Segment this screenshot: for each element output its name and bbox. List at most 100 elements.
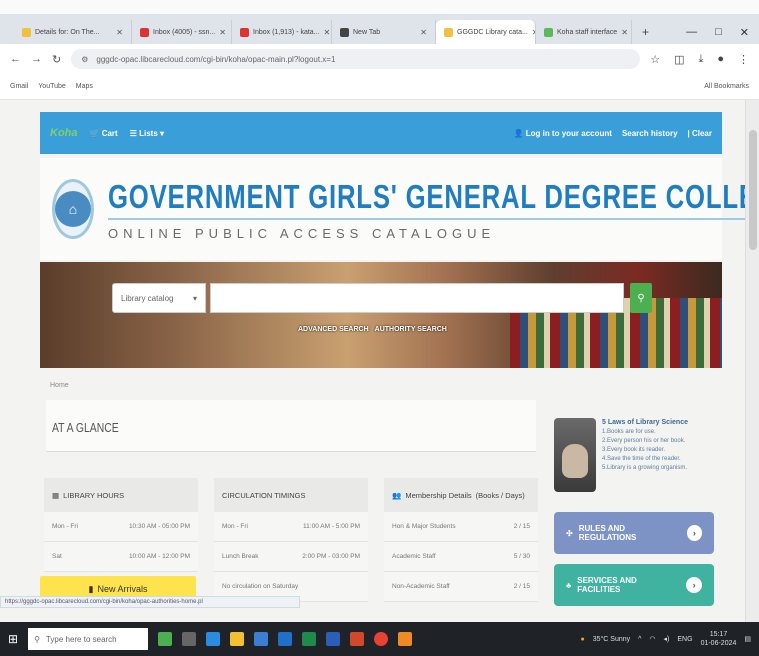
at-a-glance-title: AT A GLANCE — [52, 420, 119, 435]
tab-close-icon[interactable]: ✕ — [420, 28, 427, 37]
task-view-icon[interactable] — [182, 632, 197, 646]
navbar-right: 👤 Log in to your account Search history … — [514, 129, 712, 138]
table-row: Mon - Fri 11:00 AM - 5:00 PM — [214, 512, 368, 542]
membership-header: 👥 Membership Details (Books / Days) — [384, 478, 538, 512]
reload-icon[interactable]: ↻ — [52, 53, 61, 66]
tab-label: Inbox (1,913) - kata... — [253, 28, 320, 36]
search-input[interactable] — [210, 283, 624, 313]
clock[interactable]: 15:17 01-06-2024 — [701, 630, 737, 648]
services-button[interactable]: ♣ SERVICES AND FACILITIES › — [554, 564, 714, 606]
koha-logo[interactable]: Koha — [50, 127, 78, 139]
rules-button[interactable]: ✣ RULES AND REGULATIONS › — [554, 512, 714, 554]
tab-label: Koha staff interface — [557, 28, 618, 36]
circ-time: 2:00 PM - 03:00 PM — [302, 553, 360, 560]
browser-tab[interactable]: Inbox (1,913) - kata... ✕ — [232, 20, 332, 44]
table-row: Academic Staff 5 / 30 — [384, 542, 538, 572]
tab-close-icon[interactable]: ✕ — [621, 28, 628, 37]
excel-icon[interactable] — [302, 632, 317, 646]
header-titles: GOVERNMENT GIRLS' GENERAL DEGREE COLLEGE… — [108, 178, 745, 241]
word-icon[interactable] — [326, 632, 341, 646]
table-row: Sat 10:00 AM - 12:00 PM — [44, 542, 198, 572]
cart-icon: 🛒 — [89, 128, 100, 138]
chrome-icon[interactable] — [374, 632, 389, 646]
circ-day: No circulation on Saturday — [222, 583, 299, 590]
menu-icon[interactable]: ⋮ — [738, 53, 749, 66]
tab-close-icon[interactable]: ✕ — [219, 28, 226, 37]
page-scrollbar[interactable] — [745, 100, 759, 622]
tab-close-icon[interactable]: ✕ — [324, 28, 331, 37]
college-logo: ⌂ — [52, 179, 94, 239]
taskbar-search[interactable]: ⚲ Type here to search — [28, 628, 149, 650]
back-icon[interactable]: ← — [10, 53, 21, 65]
search-icon: ⚲ — [637, 292, 645, 304]
all-bookmarks[interactable]: All Bookmarks — [704, 83, 749, 90]
tab-label: GGGDC Library cata... — [457, 28, 528, 36]
powerpoint-icon[interactable] — [350, 632, 365, 646]
weather-text[interactable]: 35°C Sunny — [593, 636, 630, 643]
bookmark-youtube[interactable]: YouTube — [38, 83, 66, 90]
chevron-down-icon: ▾ — [192, 293, 197, 303]
browser-tab[interactable]: Details for: On The... ✕ — [14, 20, 132, 44]
laws-list: 5 Laws of Library Science 1.Books are fo… — [602, 418, 688, 502]
rules-icon: ✣ — [566, 528, 573, 538]
file-explorer-icon[interactable] — [230, 632, 245, 646]
opac-navbar: Koha 🛒 Cart ☰ Lists ▾ 👤 Log in to your a… — [40, 112, 722, 154]
maximize-button[interactable]: □ — [715, 26, 722, 38]
language-indicator[interactable]: ENG — [677, 636, 692, 643]
tray-chevron-icon[interactable]: ^ — [638, 636, 641, 643]
search-bar: Library catalog ▾ ⚲ — [112, 283, 652, 313]
lists-link[interactable]: ☰ Lists ▾ — [130, 129, 164, 138]
gmail-icon — [240, 27, 249, 37]
mail-icon[interactable] — [278, 632, 293, 646]
close-button[interactable]: ✕ — [740, 26, 749, 39]
forward-icon[interactable]: → — [31, 53, 42, 65]
vlc-icon[interactable] — [398, 632, 413, 646]
notification-icon[interactable]: ▤ — [744, 635, 751, 643]
profile-icon[interactable]: ● — [717, 53, 724, 66]
ranganathan-portrait — [554, 418, 596, 492]
browser-tab[interactable]: Koha staff interface ✕ — [536, 20, 632, 44]
taskbar-search-placeholder: Type here to search — [45, 634, 117, 644]
network-icon[interactable]: ◠ — [649, 635, 655, 643]
services-label: SERVICES AND FACILITIES — [577, 576, 637, 594]
store-icon[interactable] — [254, 632, 269, 646]
law-item: 1.Books are for use. — [602, 429, 656, 435]
download-icon[interactable]: ⤓ — [698, 53, 703, 66]
url-field[interactable]: ⚙ gggdc-opac.libcarecloud.com/cgi-bin/ko… — [71, 49, 641, 69]
site-info-icon[interactable]: ⚙ — [81, 55, 88, 64]
member-type: Hon & Major Students — [392, 523, 456, 530]
search-type-select[interactable]: Library catalog ▾ — [112, 283, 206, 313]
clear-link[interactable]: | Clear — [688, 129, 712, 138]
bookmark-gmail[interactable]: Gmail — [10, 83, 28, 90]
bookmarks-bar: Gmail YouTube Maps All Bookmarks — [0, 74, 759, 100]
book-icon: ▮ — [88, 583, 94, 594]
advanced-search-link[interactable]: ADVANCED SEARCH — [298, 326, 369, 333]
weather-icon[interactable]: ● — [580, 636, 584, 643]
plant-icon[interactable] — [158, 632, 173, 646]
new-tab-button[interactable]: + — [632, 20, 659, 44]
windows-start-icon[interactable]: ⊞ — [8, 632, 18, 646]
search-history-link[interactable]: Search history — [622, 129, 678, 138]
extensions-icon[interactable]: ◫ — [674, 53, 684, 66]
tab-close-icon[interactable]: ✕ — [116, 28, 123, 37]
minimize-button[interactable]: — — [686, 26, 697, 38]
hours-time: 10:00 AM - 12:00 PM — [128, 553, 190, 560]
login-link[interactable]: 👤 Log in to your account — [514, 129, 612, 138]
membership-subtitle: (Books / Days) — [475, 490, 525, 500]
edge-icon[interactable] — [206, 632, 221, 646]
browser-tab-active[interactable]: GGGDC Library cata...✕ — [436, 20, 536, 44]
volume-icon[interactable]: ◂) — [664, 635, 670, 643]
scrollbar-thumb[interactable] — [749, 130, 757, 250]
browser-tab[interactable]: New Tab ✕ — [332, 20, 436, 44]
breadcrumb[interactable]: Home — [50, 382, 69, 389]
circulation-panel: CIRCULATION TIMINGS Mon - Fri 11:00 AM - … — [214, 478, 368, 602]
system-tray: ● 35°C Sunny ^ ◠ ◂) ENG 15:17 01-06-2024 … — [580, 630, 751, 648]
search-button[interactable]: ⚲ — [630, 283, 652, 313]
bookmark-maps[interactable]: Maps — [76, 83, 93, 90]
bookmark-star-icon[interactable]: ☆ — [650, 53, 660, 66]
search-icon: ⚲ — [34, 634, 40, 644]
browser-tab[interactable]: Inbox (4005) - ssn... ✕ — [132, 20, 232, 44]
screen: Details for: On The... ✕ Inbox (4005) - s… — [0, 0, 759, 656]
cart-link[interactable]: 🛒 Cart — [90, 129, 118, 138]
authority-search-link[interactable]: AUTHORITY SEARCH — [375, 326, 447, 333]
